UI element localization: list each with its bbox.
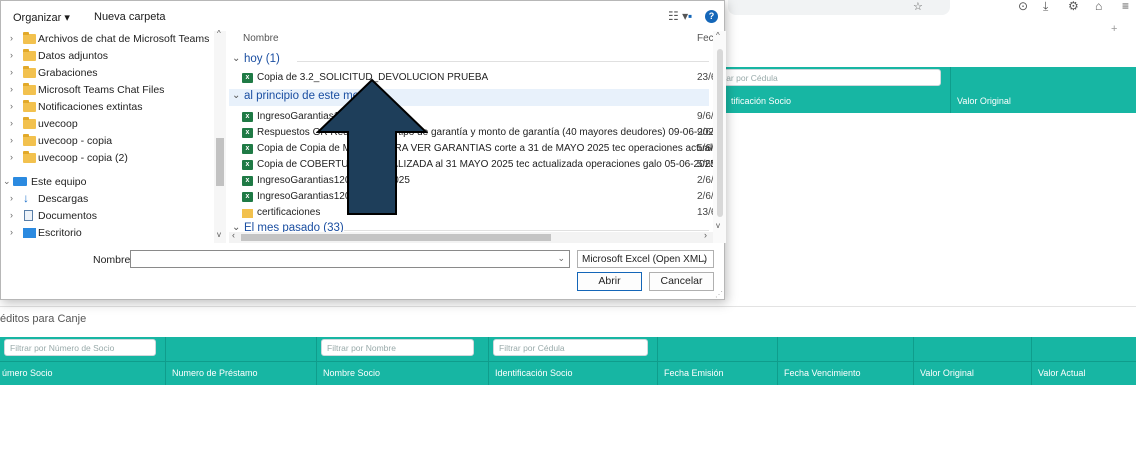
column-header-current-value[interactable]: Valor Actual <box>1032 362 1136 385</box>
nav-scrollbar-thumb[interactable] <box>216 138 224 186</box>
nav-item-desktop[interactable]: › Escritorio <box>1 225 216 242</box>
group-header-today[interactable]: ⌄ hoy (1) <box>229 52 709 69</box>
bottom-table-header-row: úmero Socio Numero de Préstamo Nombre So… <box>0 361 1136 385</box>
folder-icon <box>23 100 36 112</box>
filename-input[interactable]: ⌄ <box>130 250 570 268</box>
scroll-up-icon: ^ <box>217 29 221 38</box>
file-row[interactable]: x IngresoGarantias1206 2/6/ <box>229 190 714 205</box>
excel-icon: x <box>242 176 253 186</box>
column-header-member-id[interactable]: Identificación Socio <box>489 362 658 385</box>
scroll-down-icon: v <box>217 230 221 239</box>
star-outline-icon[interactable]: ☆ <box>913 0 923 13</box>
folder-icon <box>23 83 36 95</box>
nav-scrollbar[interactable]: ^ v <box>214 29 226 243</box>
cancel-button[interactable]: Cancelar <box>649 272 714 291</box>
folder-icon <box>23 134 36 146</box>
file-row[interactable]: x Copia de 3.2_SOLICITUD_DEVOLUCION PRUEB… <box>229 71 716 86</box>
bottom-table-filter-row: Filtrar por Número de Socio Filtrar por … <box>0 337 1136 361</box>
column-header-member-number[interactable]: úmero Socio <box>0 362 166 385</box>
nav-item-this-pc[interactable]: ⌄ Este equipo <box>1 174 216 191</box>
new-folder-button[interactable]: Nueva carpeta <box>94 11 166 23</box>
file-type-select[interactable]: Microsoft Excel (Open XML) ⌄ <box>577 250 714 268</box>
file-row[interactable]: xCopia de Copia de MATRIZ PARA VER GARAN… <box>229 142 726 157</box>
folder-icon <box>242 209 253 218</box>
column-header[interactable]: Valor Original <box>951 90 1136 113</box>
scroll-left-icon: ‹ <box>232 230 235 240</box>
nav-item[interactable]: › Archivos de chat de Microsoft Teams <box>1 31 216 48</box>
nav-item-documents[interactable]: › Documentos <box>1 208 216 225</box>
nav-item[interactable]: › Grabaciones <box>1 65 216 82</box>
chevron-down-icon: ⌄ <box>700 254 708 264</box>
excel-icon: x <box>242 144 253 154</box>
group-header-this-month[interactable]: ⌄ al principio de este mes (9) <box>229 89 709 106</box>
menu-icon[interactable]: ≡ <box>1122 0 1129 13</box>
id-filter-placeholder: trar por Cédula <box>721 73 778 83</box>
file-row[interactable]: x IngresoGarantias1206 9/6/ <box>229 110 714 125</box>
nav-item[interactable]: › Microsoft Teams Chat Files <box>1 82 216 99</box>
folder-icon <box>23 151 36 163</box>
column-header[interactable]: tificación Socio <box>725 90 951 113</box>
up-arrow-annotation-icon <box>316 78 428 215</box>
top-table-filter-row: trar por Cédula <box>715 67 1136 90</box>
excel-icon: x <box>242 128 253 138</box>
column-header-issue-date[interactable]: Fecha Emisión <box>658 362 778 385</box>
id-filter-input[interactable]: Filtrar por Cédula <box>493 339 648 356</box>
scroll-up-icon: ^ <box>716 31 720 40</box>
top-table-header-row: tificación Socio Valor Original <box>725 90 1136 113</box>
organize-button[interactable]: Organizar ▾ <box>13 11 70 24</box>
column-header-member-name[interactable]: Nombre Socio <box>317 362 489 385</box>
nav-item[interactable]: › uvecoop <box>1 116 216 133</box>
download-arrow-icon: ↓ <box>23 191 29 205</box>
column-header-original-value[interactable]: Valor Original <box>914 362 1032 385</box>
nav-item[interactable]: › Datos adjuntos <box>1 48 216 65</box>
file-row[interactable]: x Copia de COBERTURA ACTUALIZADA al 31 MA… <box>229 158 716 173</box>
profile-icon[interactable]: ⌂ <box>1095 0 1102 13</box>
scroll-right-icon: › <box>704 230 707 240</box>
folder-icon <box>23 49 36 61</box>
excel-icon: x <box>242 73 253 83</box>
extensions-icon[interactable]: ⚙ <box>1068 0 1079 13</box>
nav-item[interactable]: › uvecoop - copia (2) <box>1 150 216 167</box>
nav-item[interactable]: › uvecoop - copia <box>1 133 216 150</box>
preview-pane-icon[interactable]: ▪ <box>688 9 692 23</box>
view-options-icon[interactable]: ☷ ▾ <box>668 9 688 23</box>
document-icon <box>24 210 33 221</box>
column-header-name[interactable]: Nombre <box>243 33 279 44</box>
file-row[interactable]: x Respuestos GR Requerimiento tipo de gar… <box>229 126 720 141</box>
folder-icon <box>23 66 36 78</box>
desktop-icon <box>23 228 36 238</box>
open-button[interactable]: Abrir <box>577 272 642 291</box>
section-divider <box>0 306 1136 307</box>
name-filter-input[interactable]: Filtrar por Nombre <box>321 339 474 356</box>
nav-item-downloads[interactable]: › ↓ Descargas <box>1 191 216 208</box>
navigation-pane: › Archivos de chat de Microsoft Teams › Da… <box>1 31 225 243</box>
dialog-toolbar: Organizar ▾ Nueva carpeta ☷ ▾ ▪ ? <box>1 1 724 31</box>
add-icon[interactable]: + <box>1111 23 1117 35</box>
help-icon[interactable]: ? <box>705 10 718 23</box>
resize-grip-icon[interactable]: ⋰ <box>715 290 723 299</box>
chevron-down-icon: ⌄ <box>557 253 565 263</box>
scroll-down-icon: v <box>716 221 720 230</box>
member-number-filter-input[interactable]: Filtrar por Número de Socio <box>4 339 156 356</box>
filename-label: Nombre: <box>93 254 134 266</box>
excel-icon: x <box>242 192 253 202</box>
excel-icon: x <box>242 112 253 122</box>
file-list-vertical-thumb[interactable] <box>717 49 723 217</box>
folder-icon <box>23 32 36 44</box>
excel-icon: x <box>242 160 253 170</box>
folder-icon <box>23 117 36 129</box>
file-row[interactable]: x IngresoGarantias1206 02-06-2025 2/6/ <box>229 174 714 189</box>
file-list: Nombre Fech ⌄ hoy (1) x Copia de 3.2_SOLIC… <box>229 31 726 243</box>
column-header-loan-number[interactable]: Numero de Préstamo <box>166 362 317 385</box>
download-icon[interactable]: ⤓ <box>1043 0 1048 14</box>
column-header-due-date[interactable]: Fecha Vencimiento <box>778 362 914 385</box>
file-row[interactable]: certificaciones 13/6 <box>229 206 716 221</box>
file-list-horizontal-thumb[interactable] <box>241 234 551 241</box>
nav-item[interactable]: › Notificaciones extintas <box>1 99 216 116</box>
history-icon[interactable]: ⊙ <box>1018 0 1028 13</box>
computer-icon <box>13 177 27 186</box>
id-filter-input[interactable]: trar por Cédula <box>715 69 941 86</box>
section-title: éditos para Canje <box>0 313 87 325</box>
